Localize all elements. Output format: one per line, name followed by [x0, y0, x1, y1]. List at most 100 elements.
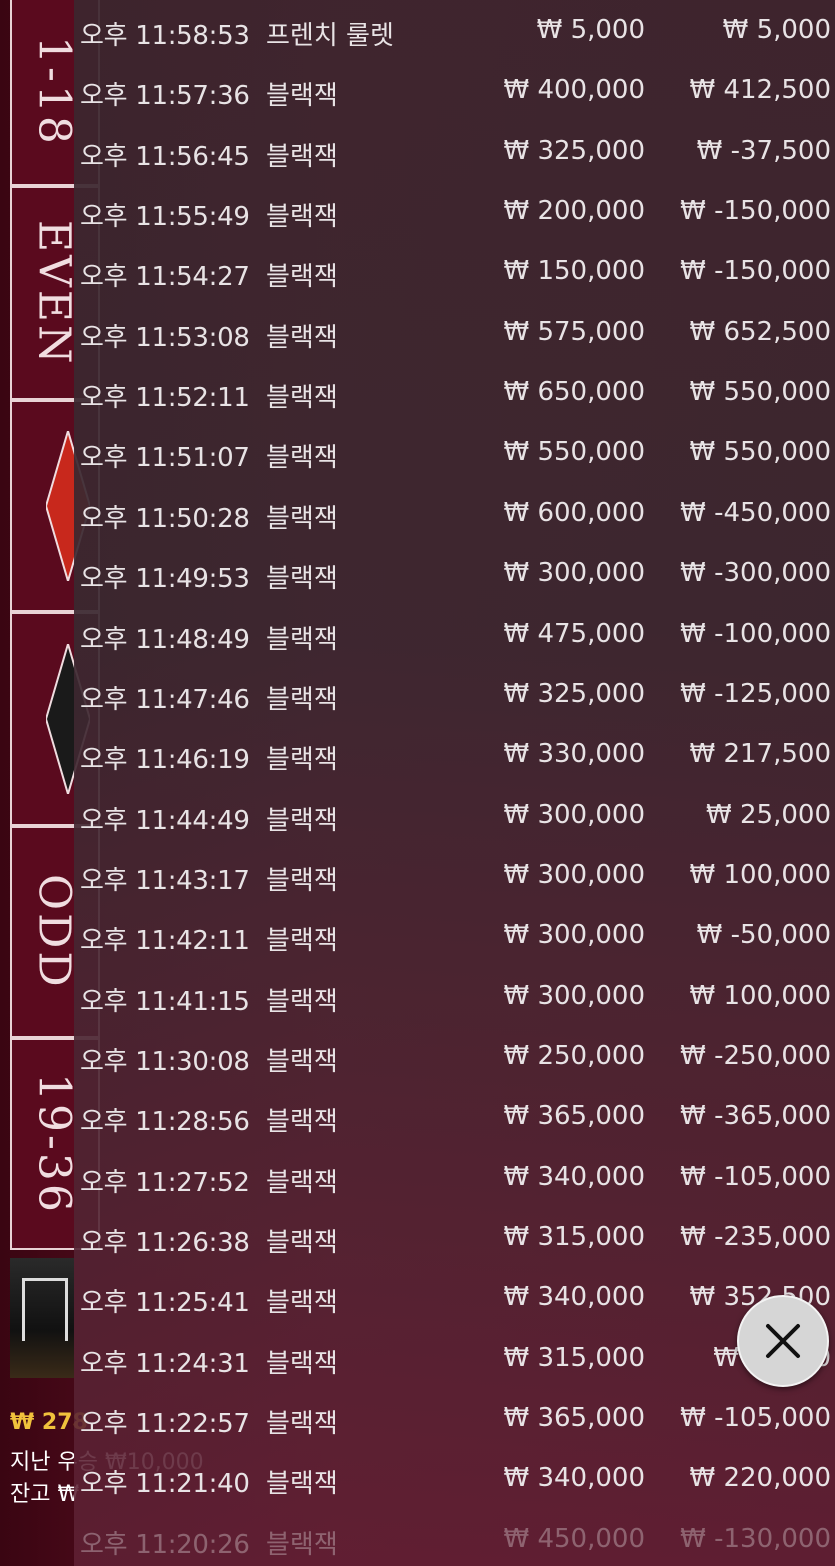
history-time: 오후 11:48:49	[80, 624, 250, 655]
history-bet: ₩ 300,000	[503, 558, 646, 589]
history-bet: ₩ 340,000	[503, 1463, 646, 1494]
history-row: 오후 11:46:19 블랙잭 ₩ 330,000 ₩ 217,500	[74, 725, 835, 785]
history-result: ₩ -150,000	[680, 256, 831, 287]
history-result: ₩ -250,000	[680, 1040, 831, 1071]
history-game: 블랙잭	[266, 1167, 338, 1198]
history-row: 오후 11:30:08 블랙잭 ₩ 250,000 ₩ -250,000	[74, 1027, 835, 1087]
history-bet: ₩ 5,000	[536, 15, 645, 45]
history-time: 오후 11:43:17	[80, 865, 250, 896]
history-row: 오후 11:58:53 프렌치 룰렛 ₩ 5,000 ₩ 5,000	[74, 1, 835, 61]
history-bet: ₩ 250,000	[503, 1040, 646, 1071]
history-time: 오후 11:21:40	[80, 1469, 250, 1500]
history-game: 블랙잭	[266, 202, 338, 233]
history-row: 오후 11:56:45 블랙잭 ₩ 325,000 ₩ -37,500	[74, 122, 835, 182]
history-row: 오후 11:21:40 블랙잭 ₩ 340,000 ₩ 220,000	[74, 1449, 835, 1509]
history-result: ₩ 25,000	[706, 799, 831, 830]
history-time: 오후 11:49:53	[80, 564, 250, 595]
history-game: 블랙잭	[266, 564, 338, 595]
history-game: 블랙잭	[266, 745, 338, 776]
history-game: 블랙잭	[266, 443, 338, 474]
history-result: ₩ 220,000	[689, 1463, 832, 1494]
history-bet: ₩ 330,000	[503, 739, 646, 770]
history-result: ₩ -50,000	[696, 920, 831, 951]
history-game: 블랙잭	[266, 322, 338, 353]
history-time: 오후 11:42:11	[80, 926, 250, 957]
history-result: ₩ -125,000	[680, 678, 831, 709]
balance-label: 잔고 ₩	[10, 1482, 80, 1507]
history-bet: ₩ 300,000	[503, 920, 646, 951]
history-row: 오후 11:54:27 블랙잭 ₩ 150,000 ₩ -150,000	[74, 242, 835, 302]
fireplace-image	[22, 1278, 68, 1341]
history-bet: ₩ 325,000	[503, 678, 646, 709]
history-game: 블랙잭	[266, 141, 338, 172]
history-bet: ₩ 325,000	[503, 135, 646, 166]
history-bet: ₩ 575,000	[503, 316, 646, 347]
history-time: 오후 11:24:31	[80, 1348, 250, 1379]
history-result: ₩ 100,000	[689, 859, 832, 890]
history-time: 오후 11:26:38	[80, 1228, 250, 1258]
history-bet: ₩ 300,000	[503, 980, 646, 1011]
history-result: ₩ -100,000	[680, 618, 831, 649]
history-result: ₩ 550,000	[689, 437, 832, 468]
history-game: 블랙잭	[266, 383, 338, 414]
history-row: 오후 11:22:57 블랙잭 ₩ 365,000 ₩ -105,000	[74, 1389, 835, 1449]
history-game: 블랙잭	[266, 503, 338, 534]
history-time: 오후 11:20:26	[80, 1529, 250, 1560]
history-bet: ₩ 475,000	[503, 618, 646, 649]
history-result: ₩ 550,000	[689, 377, 832, 408]
history-game: 블랙잭	[266, 986, 338, 1017]
history-result: ₩ 652,500	[689, 316, 832, 347]
history-row: 오후 11:49:53 블랙잭 ₩ 300,000 ₩ -300,000	[74, 544, 835, 604]
history-row: 오후 11:24:31블랙잭₩ 315,000₩ -5,000	[74, 1329, 835, 1389]
history-game: 블랙잭	[266, 1409, 338, 1440]
close-button[interactable]	[737, 1295, 829, 1387]
history-row: 오후 11:52:11 블랙잭 ₩ 650,000 ₩ 550,000	[74, 363, 835, 423]
history-game: 블랙잭	[266, 684, 338, 715]
game-thumbnail[interactable]	[10, 1258, 74, 1378]
history-row: 오후 11:20:26 블랙잭 ₩ 450,000 ₩ -130,000	[74, 1510, 835, 1566]
history-game: 블랙잭	[266, 1107, 338, 1138]
history-bet: ₩ 315,000	[503, 1222, 646, 1252]
history-game: 블랙잭	[266, 1228, 338, 1258]
history-game: 블랙잭	[266, 1529, 338, 1560]
history-row: 오후 11:53:08 블랙잭 ₩ 575,000 ₩ 652,500	[74, 303, 835, 363]
history-bet: ₩ 365,000	[503, 1101, 646, 1132]
history-row: 오후 11:42:11 블랙잭 ₩ 300,000 ₩ -50,000	[74, 906, 835, 966]
history-time: 오후 11:53:08	[80, 322, 250, 353]
history-time: 오후 11:27:52	[80, 1167, 250, 1198]
history-row: 오후 11:41:15 블랙잭 ₩ 300,000 ₩ 100,000	[74, 967, 835, 1027]
history-bet: ₩ 600,000	[503, 497, 646, 528]
history-game: 블랙잭	[266, 262, 338, 293]
history-time: 오후 11:51:07	[80, 443, 250, 474]
history-result: ₩ 217,500	[689, 739, 832, 770]
history-row: 오후 11:44:49 블랙잭 ₩ 300,000 ₩ 25,000	[74, 786, 835, 846]
history-time: 오후 11:25:41	[80, 1288, 250, 1319]
history-bet: ₩ 400,000	[503, 75, 646, 106]
history-game: 블랙잭	[266, 1288, 338, 1319]
bet-history-panel[interactable]: 오후 11:58:53 프렌치 룰렛 ₩ 5,000 ₩ 5,000 오후 11:57:…	[74, 0, 835, 1566]
history-time: 오후 11:52:11	[80, 383, 250, 414]
history-result: ₩ -150,000	[680, 196, 831, 227]
history-result: ₩ 412,500	[689, 75, 832, 106]
history-time: 오후 11:56:45	[80, 141, 250, 172]
history-game: 블랙잭	[266, 1348, 338, 1379]
history-bet: ₩ 340,000	[503, 1282, 646, 1313]
history-time: 오후 11:44:49	[80, 805, 250, 836]
history-row: 오후 11:48:49 블랙잭 ₩ 475,000 ₩ -100,000	[74, 605, 835, 665]
history-row: 오후 11:47:46 블랙잭 ₩ 325,000 ₩ -125,000	[74, 665, 835, 725]
history-time: 오후 11:22:57	[80, 1409, 250, 1440]
history-result: ₩ 5,000	[722, 15, 831, 45]
history-bet: ₩ 340,000	[503, 1161, 646, 1192]
history-bet: ₩ 365,000	[503, 1403, 646, 1434]
history-result: ₩ -235,000	[680, 1222, 831, 1252]
history-time: 오후 11:47:46	[80, 684, 250, 715]
history-row: 오후 11:51:07 블랙잭 ₩ 550,000 ₩ 550,000	[74, 423, 835, 483]
history-row: 오후 11:28:56 블랙잭 ₩ 365,000 ₩ -365,000	[74, 1087, 835, 1147]
history-row: 오후 11:55:49 블랙잭 ₩ 200,000 ₩ -150,000	[74, 182, 835, 242]
history-row: 오후 11:27:52 블랙잭 ₩ 340,000 ₩ -105,000	[74, 1148, 835, 1208]
history-game: 블랙잭	[266, 1469, 338, 1500]
history-game: 블랙잭	[266, 926, 338, 957]
history-result: ₩ 100,000	[689, 980, 832, 1011]
history-game: 블랙잭	[266, 805, 338, 836]
history-row: 오후 11:57:36 블랙잭 ₩ 400,000 ₩ 412,500	[74, 61, 835, 121]
